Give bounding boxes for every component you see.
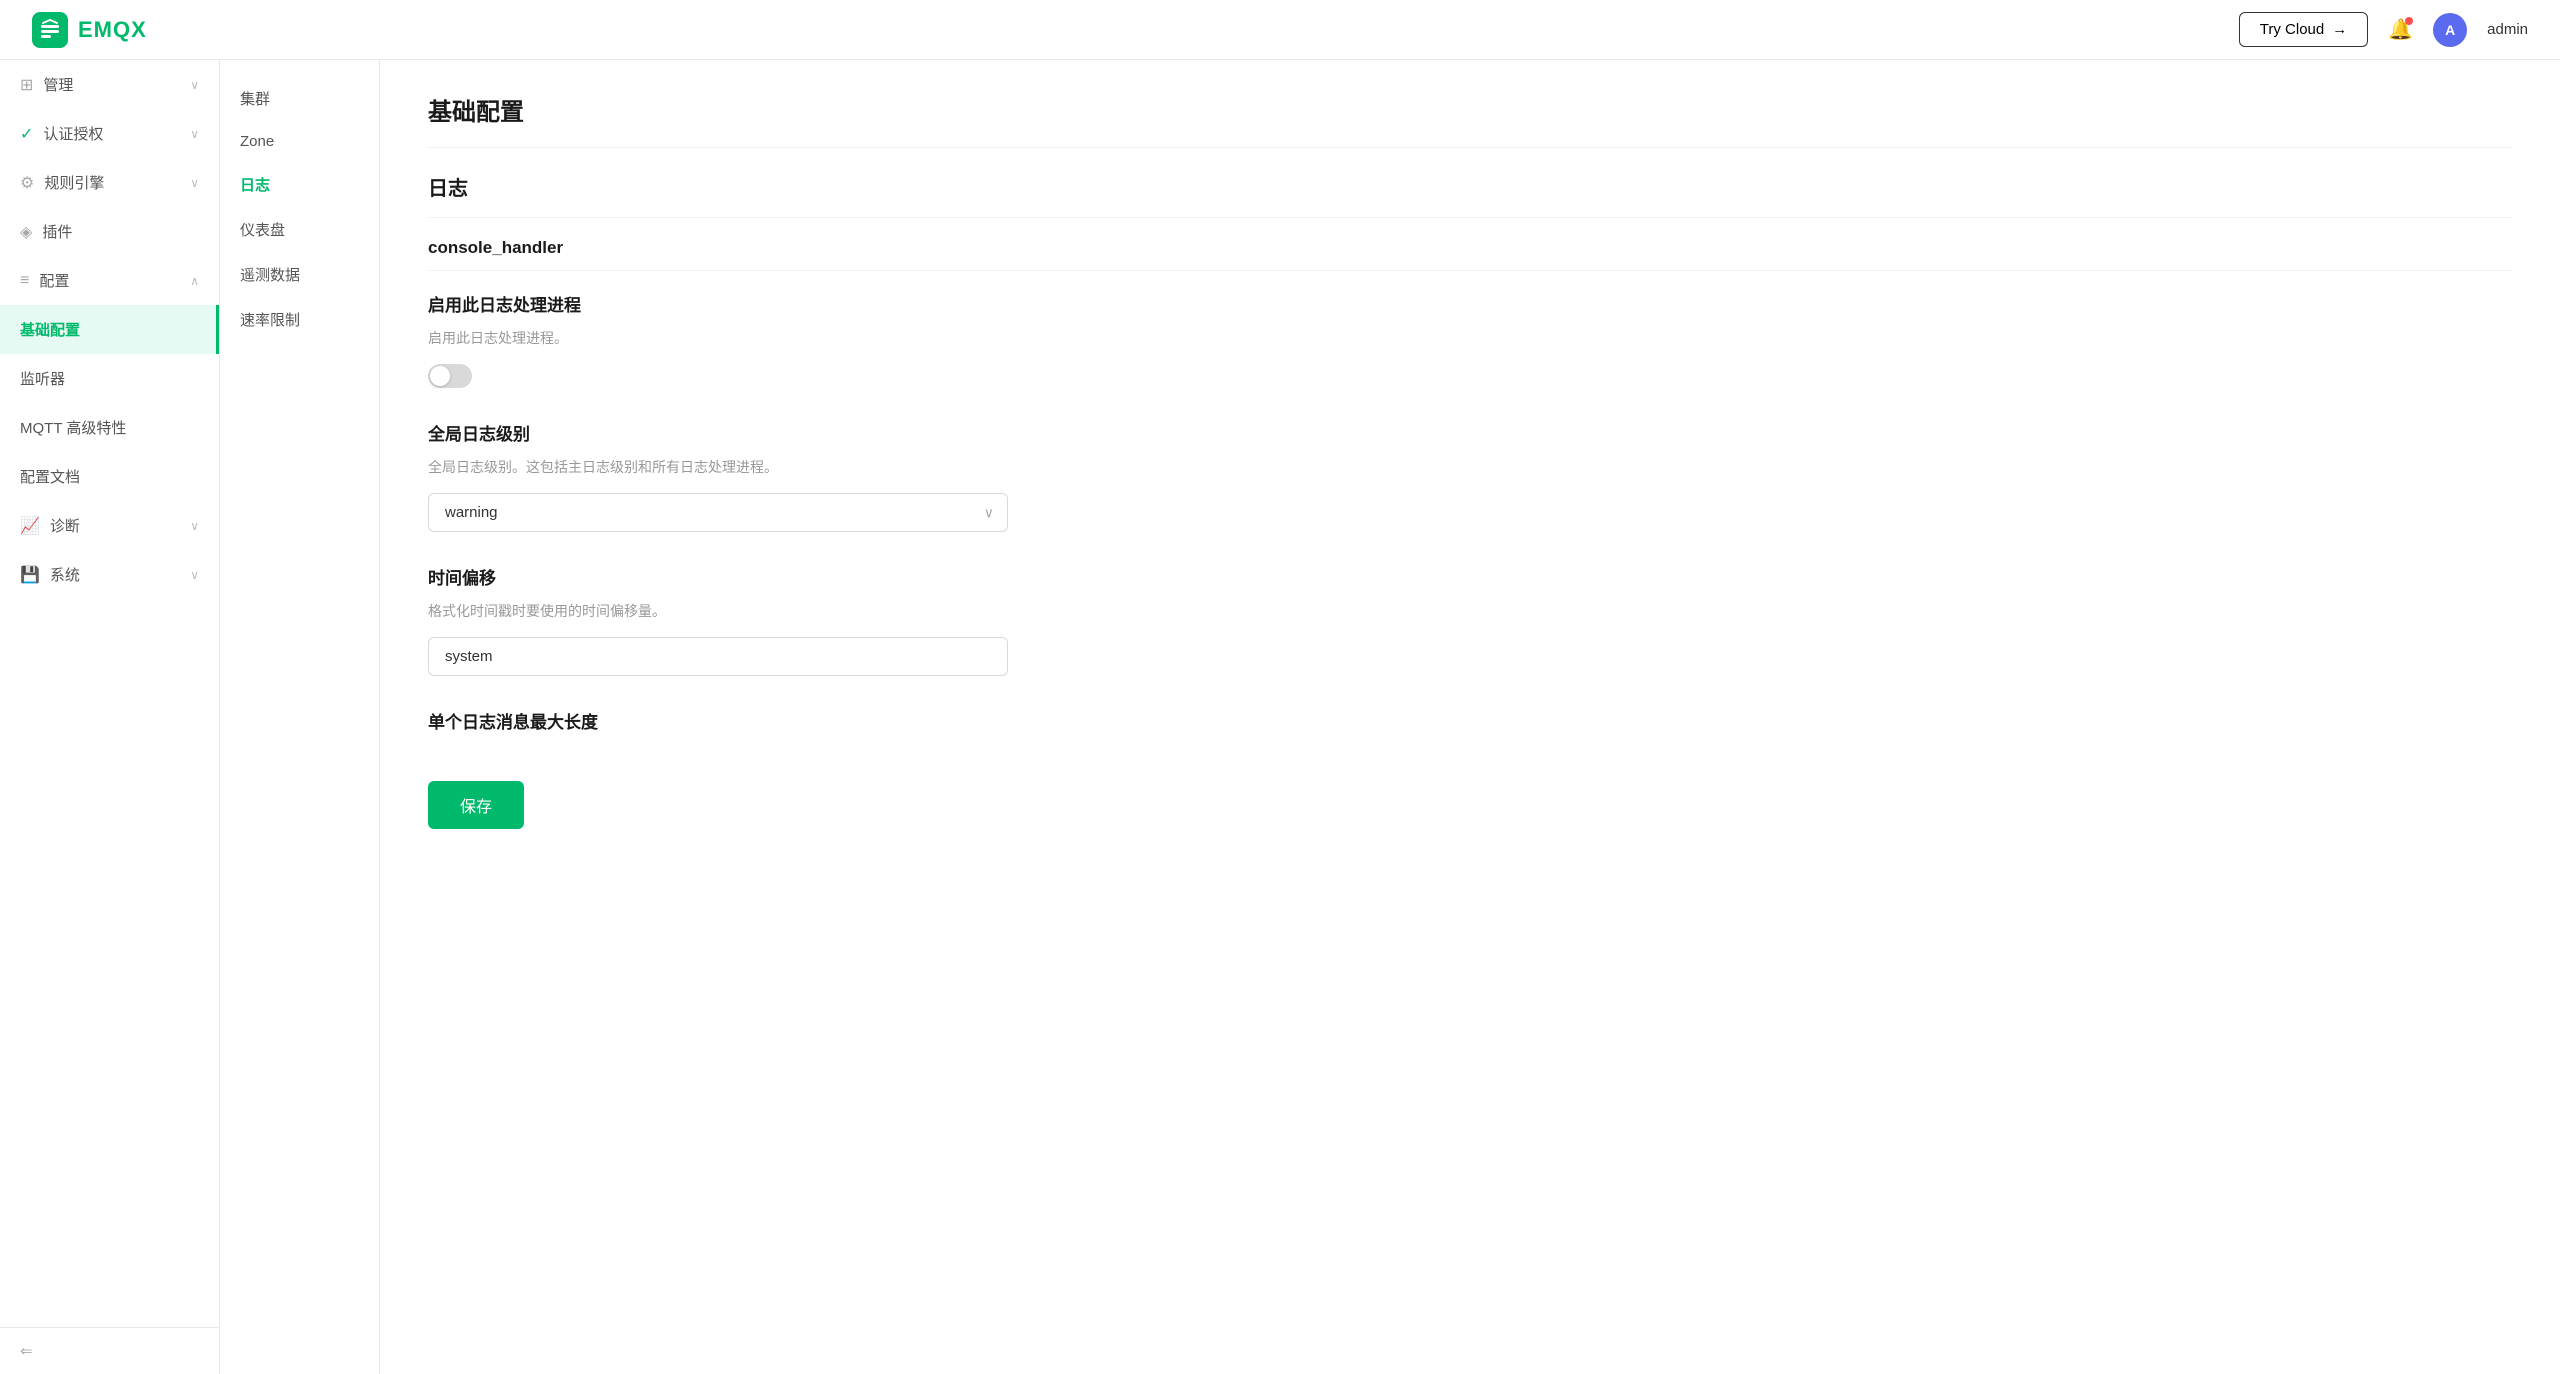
sub-item-label: 速率限制 — [240, 312, 300, 329]
plugin-icon: ◈ — [20, 222, 32, 242]
sub-item-dashboard[interactable]: 仪表盘 — [220, 207, 379, 252]
sidebar-item-config-doc[interactable]: 配置文档 — [0, 452, 219, 501]
enable-log-handler-title: 启用此日志处理进程 — [428, 291, 2512, 316]
time-offset-input[interactable] — [428, 637, 1008, 676]
chevron-icon: ∨ — [190, 127, 199, 141]
sidebar-item-label: 认证授权 — [43, 123, 103, 144]
sub-item-cluster[interactable]: 集群 — [220, 76, 379, 121]
logo-text: EMQX — [78, 17, 147, 43]
notification-bell[interactable]: 🔔 — [2388, 17, 2413, 42]
try-cloud-button[interactable]: Try Cloud → — [2239, 12, 2368, 47]
enable-log-handler-desc: 启用此日志处理进程。 — [428, 328, 2512, 348]
sub-item-label: 日志 — [240, 177, 270, 194]
main-content: 基础配置 日志 console_handler 启用此日志处理进程 启用此日志处… — [380, 60, 2560, 1374]
sidebar-item-label: 基础配置 — [20, 319, 80, 340]
sub-item-log[interactable]: 日志 — [220, 162, 379, 207]
chevron-icon: ∧ — [190, 274, 199, 288]
sidebar-item-label: 规则引擎 — [44, 172, 104, 193]
sidebar-item-basic-config[interactable]: 基础配置 — [0, 305, 219, 354]
config-icon: ≡ — [20, 272, 29, 290]
save-button[interactable]: 保存 — [428, 781, 524, 829]
sub-item-telemetry[interactable]: 遥测数据 — [220, 252, 379, 297]
sub-item-rate-limit[interactable]: 速率限制 — [220, 297, 379, 342]
global-log-level-desc: 全局日志级别。这包括主日志级别和所有日志处理进程。 — [428, 457, 2512, 477]
sub-item-label: Zone — [240, 133, 274, 150]
sidebar-item-manage[interactable]: ⊞ 管理 ∨ — [0, 60, 219, 109]
toggle-knob — [430, 366, 450, 386]
sidebar-item-label: 监听器 — [20, 368, 65, 389]
time-offset-desc: 格式化时间戳时要使用的时间偏移量。 — [428, 601, 2512, 621]
system-icon: 💾 — [20, 565, 40, 585]
max-log-length-title: 单个日志消息最大长度 — [428, 708, 2512, 733]
sub-item-label: 遥测数据 — [240, 267, 300, 284]
header: EMQX Try Cloud → 🔔 A admin — [0, 0, 2560, 60]
sidebar-collapse[interactable]: ⇐ — [0, 1327, 219, 1374]
time-offset-section: 时间偏移 格式化时间戳时要使用的时间偏移量。 — [428, 564, 2512, 676]
sidebar-item-system[interactable]: 💾 系统 ∨ — [0, 550, 219, 599]
sidebar-item-label: 系统 — [50, 564, 80, 585]
sidebar-item-label: 配置文档 — [20, 466, 80, 487]
enable-log-toggle[interactable] — [428, 364, 472, 388]
log-level-value: warning — [445, 504, 498, 521]
sidebar-item-label: 配置 — [39, 270, 69, 291]
global-log-level-section: 全局日志级别 全局日志级别。这包括主日志级别和所有日志处理进程。 warning… — [428, 420, 2512, 532]
user-avatar: A — [2433, 13, 2467, 47]
chevron-icon: ∨ — [190, 568, 199, 582]
sidebar-item-label: 插件 — [42, 221, 72, 242]
diagnostics-icon: 📈 — [20, 516, 40, 536]
main-layout: ⊞ 管理 ∨ ✓ 认证授权 ∨ ⚙ 规则引擎 ∨ ◈ 插件 — [0, 60, 2560, 1374]
sidebar-item-label: 诊断 — [50, 515, 80, 536]
logo-icon — [32, 12, 68, 48]
enable-toggle-wrap — [428, 364, 2512, 388]
sidebar-item-diagnostics[interactable]: 📈 诊断 ∨ — [0, 501, 219, 550]
auth-icon: ✓ — [20, 124, 33, 144]
sidebar: ⊞ 管理 ∨ ✓ 认证授权 ∨ ⚙ 规则引擎 ∨ ◈ 插件 — [0, 60, 220, 1374]
page-title: 基础配置 — [428, 92, 2512, 148]
sidebar-item-plugins[interactable]: ◈ 插件 — [0, 207, 219, 256]
user-name: admin — [2487, 21, 2528, 38]
chevron-icon: ∨ — [190, 78, 199, 92]
header-right: Try Cloud → 🔔 A admin — [2239, 12, 2528, 47]
log-level-select[interactable]: warning — [428, 493, 1008, 532]
sub-item-label: 仪表盘 — [240, 222, 285, 239]
sub-item-label: 集群 — [240, 91, 270, 108]
log-section: 日志 console_handler 启用此日志处理进程 启用此日志处理进程。 … — [428, 172, 2512, 829]
console-handler-title: console_handler — [428, 238, 2512, 258]
log-section-title: 日志 — [428, 172, 2512, 218]
sub-item-zone[interactable]: Zone — [220, 121, 379, 162]
sidebar-item-label: MQTT 高级特性 — [20, 417, 126, 438]
log-level-select-wrap: warning ∨ — [428, 493, 1008, 532]
notification-dot — [2405, 17, 2413, 25]
sidebar-item-rule-engine[interactable]: ⚙ 规则引擎 ∨ — [0, 158, 219, 207]
chevron-icon: ∨ — [190, 519, 199, 533]
sidebar-item-label: 管理 — [43, 74, 73, 95]
time-offset-title: 时间偏移 — [428, 564, 2512, 589]
sidebar-item-listener[interactable]: 监听器 — [0, 354, 219, 403]
max-log-length-section: 单个日志消息最大长度 — [428, 708, 2512, 733]
global-log-level-title: 全局日志级别 — [428, 420, 2512, 445]
sub-sidebar: 集群 Zone 日志 仪表盘 遥测数据 速率限制 — [220, 60, 380, 1374]
sidebar-item-config[interactable]: ≡ 配置 ∧ — [0, 256, 219, 305]
logo-area: EMQX — [32, 12, 147, 48]
manage-icon: ⊞ — [20, 75, 33, 95]
collapse-icon: ⇐ — [20, 1342, 33, 1360]
chevron-icon: ∨ — [190, 176, 199, 190]
sidebar-item-mqtt-advanced[interactable]: MQTT 高级特性 — [0, 403, 219, 452]
sidebar-item-auth[interactable]: ✓ 认证授权 ∨ — [0, 109, 219, 158]
console-handler-section: console_handler 启用此日志处理进程 启用此日志处理进程。 — [428, 238, 2512, 388]
rule-icon: ⚙ — [20, 173, 34, 193]
